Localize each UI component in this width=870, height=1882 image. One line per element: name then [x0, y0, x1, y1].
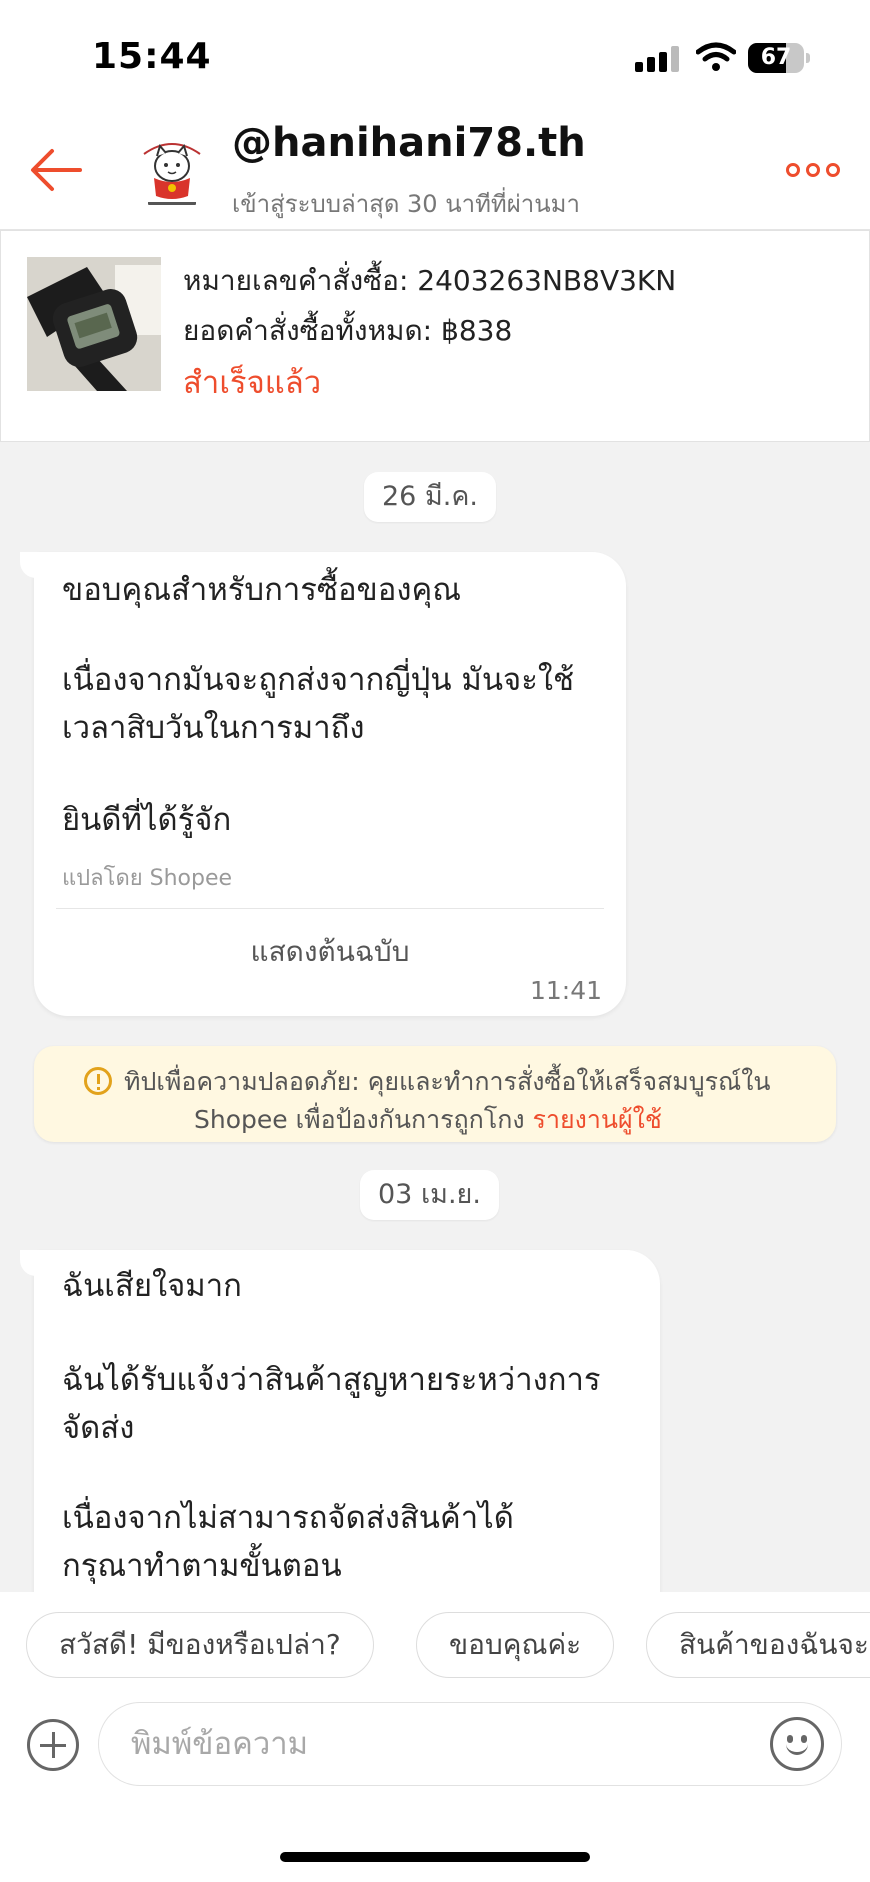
emoji-smile-icon[interactable] — [770, 1717, 824, 1771]
status-time: 15:44 — [92, 36, 212, 77]
message-line: เนื่องจากมันจะถูกส่งจากญี่ปุ่น มันจะใช้ — [62, 662, 575, 698]
message-line: ขอบคุณสำหรับการซื้อของคุณ — [62, 572, 462, 608]
safety-tip-text: ทิปเพื่อความปลอดภัย: คุยและทำการสั่งซื้อ… — [124, 1067, 771, 1096]
order-status: สำเร็จแล้ว — [183, 365, 322, 401]
maneki-neko-logo — [131, 129, 213, 211]
quick-reply-chip[interactable]: สินค้าของฉันจะ — [646, 1612, 870, 1678]
date-separator: 03 เม.ย. — [360, 1170, 499, 1220]
order-card[interactable]: หมายเลขคำสั่งซื้อ: 2403263NB8V3KN ยอดคำส… — [0, 230, 870, 442]
quick-reply-bar: สวัสดี! มีของหรือเปล่า? ขอบคุณค่ะ สินค้า… — [0, 1592, 870, 1692]
translated-by-label: แปลโดย Shopee — [62, 866, 233, 891]
chat-header: @hanihani78.th เข้าสู่ระบบล่าสุด 30 นาที… — [0, 110, 870, 230]
battery-level: 67 — [760, 45, 792, 70]
arrow-left-icon[interactable] — [28, 145, 84, 195]
bubble-tail — [20, 552, 50, 578]
product-thumbnail — [27, 257, 161, 391]
divider — [56, 908, 604, 909]
home-indicator — [280, 1852, 590, 1862]
safety-tip-text-cont: Shopee เพื่อป้องกันการถูกโกง — [194, 1105, 533, 1134]
safety-tip-text-line2: Shopee เพื่อป้องกันการถูกโกง รายงานผู้ใช… — [194, 1100, 662, 1140]
message-input[interactable] — [98, 1702, 842, 1786]
battery-icon: 67 — [748, 43, 810, 73]
message-bubble[interactable]: ขอบคุณสำหรับการซื้อของคุณ เนื่องจากมันจะ… — [20, 552, 626, 1016]
warning-circle-icon — [84, 1067, 112, 1095]
message-line: เนื่องจากไม่สามารถจัดส่งสินค้าได้ — [62, 1500, 514, 1536]
order-total: ยอดคำสั่งซื้อทั้งหมด: ฿838 — [183, 314, 513, 347]
safety-tip-banner: ทิปเพื่อความปลอดภัย: คุยและทำการสั่งซื้อ… — [34, 1046, 836, 1142]
more-dots-icon[interactable] — [786, 158, 842, 182]
shop-name[interactable]: @hanihani78.th — [232, 120, 586, 166]
status-bar: 15:44 67 — [0, 0, 870, 110]
message-time: 11:41 — [529, 976, 602, 1005]
quick-reply-chip[interactable]: ขอบคุณค่ะ — [416, 1612, 615, 1678]
plus-circle-icon[interactable] — [27, 1719, 79, 1771]
message-bubble[interactable]: ฉันเสียใจมาก ฉันได้รับแจ้งว่าสินค้าสูญหา… — [20, 1250, 660, 1650]
show-original-button[interactable]: แสดงต้นฉบับ — [34, 930, 626, 974]
wifi-icon — [696, 42, 736, 71]
order-number: หมายเลขคำสั่งซื้อ: 2403263NB8V3KN — [183, 264, 677, 297]
report-user-link[interactable]: รายงานผู้ใช้ — [533, 1105, 662, 1134]
message-line: ฉันเสียใจมาก — [62, 1268, 242, 1304]
message-line: ยินดีที่ได้รู้จัก — [62, 802, 232, 838]
message-line: จัดส่ง — [62, 1410, 135, 1446]
message-line: กรุณาทำตามขั้นตอน — [62, 1548, 342, 1584]
quick-reply-chip[interactable]: สวัสดี! มีของหรือเปล่า? — [26, 1612, 374, 1678]
shop-avatar[interactable] — [130, 128, 214, 212]
message-line: เวลาสิบวันในการมาถึง — [62, 710, 365, 746]
last-seen-status: เข้าสู่ระบบล่าสุด 30 นาทีที่ผ่านมา — [232, 190, 580, 218]
bubble-tail — [20, 1250, 50, 1276]
cellular-signal-icon — [635, 46, 681, 72]
message-line: ฉันได้รับแจ้งว่าสินค้าสูญหายระหว่างการ — [62, 1362, 601, 1398]
date-separator: 26 มี.ค. — [364, 472, 496, 522]
